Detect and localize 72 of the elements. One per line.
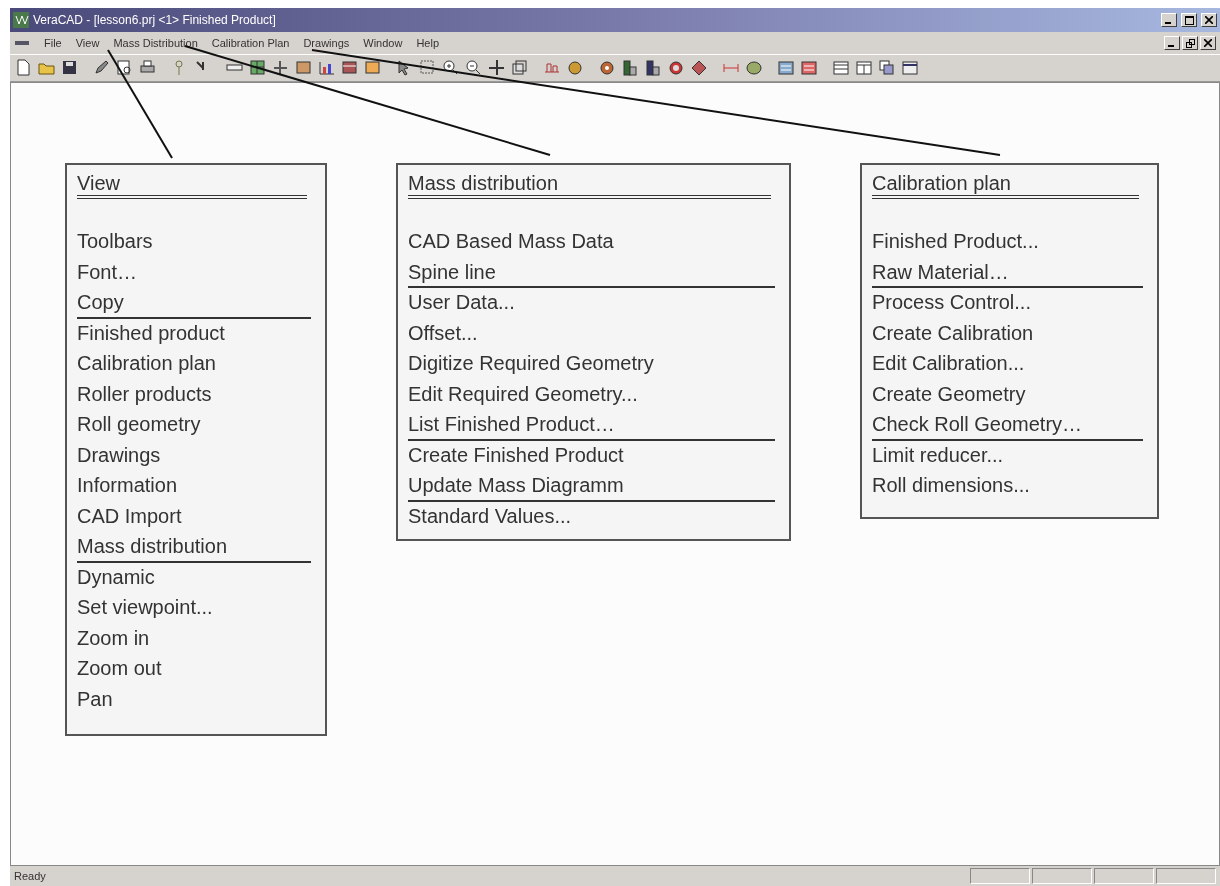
menu-item[interactable]: Drawings — [303, 36, 350, 50]
menu-item[interactable]: Finished Product... — [872, 227, 1143, 258]
panel-icon[interactable] — [831, 58, 851, 78]
status-pane — [970, 868, 1030, 884]
panel-title: Calibration plan — [872, 171, 1139, 199]
minimize-button[interactable] — [1161, 13, 1177, 27]
window-icon[interactable] — [900, 58, 920, 78]
status-pane — [1156, 868, 1216, 884]
maximize-icon — [1184, 15, 1194, 25]
menu-item[interactable]: Dynamic — [77, 562, 311, 593]
menu-item[interactable]: Calibration plan — [77, 349, 311, 380]
menu-item[interactable]: Window — [363, 36, 403, 50]
menu-item[interactable]: Check Roll Geometry… — [872, 410, 1143, 441]
menu-item[interactable]: Mass Distribution — [113, 36, 198, 50]
menu-item[interactable]: CAD Based Mass Data — [408, 227, 775, 258]
status-pane — [1094, 868, 1154, 884]
menu-item[interactable]: Drawings — [77, 440, 311, 471]
menu-item[interactable]: List Finished Product… — [408, 410, 775, 441]
menu-item[interactable]: Create Calibration — [872, 318, 1143, 349]
menu-item[interactable]: Digitize Required Geometry — [408, 349, 775, 380]
menu-item[interactable]: Roll geometry — [77, 410, 311, 441]
menu-item[interactable]: File — [44, 36, 62, 50]
menu-item[interactable]: Edit Required Geometry... — [408, 379, 775, 410]
menu-item[interactable]: Limit reducer... — [872, 440, 1143, 471]
menu-item[interactable]: View — [75, 36, 100, 50]
menu-item[interactable]: Pan — [77, 684, 311, 715]
grid-icon[interactable] — [248, 58, 268, 78]
columns-icon[interactable] — [854, 58, 874, 78]
minimize-button[interactable] — [1164, 36, 1180, 50]
menu-item[interactable]: Calibration Plan — [211, 36, 290, 50]
stack-icon[interactable] — [620, 58, 640, 78]
menu-item[interactable]: User Data... — [408, 288, 775, 319]
panel-title: View — [77, 171, 307, 199]
panel-title: Mass distribution — [408, 171, 771, 199]
menu-item[interactable]: Edit Calibration... — [872, 349, 1143, 380]
menu-item[interactable]: Raw Material… — [872, 257, 1143, 288]
menu-item[interactable]: Create Geometry — [872, 379, 1143, 410]
close-icon — [1204, 39, 1212, 47]
menu-item[interactable]: Standard Values... — [408, 501, 775, 532]
close-button[interactable] — [1201, 13, 1217, 27]
cascade-icon[interactable] — [877, 58, 897, 78]
menu-item[interactable]: Roller products — [77, 379, 311, 410]
restore-icon — [1185, 38, 1195, 48]
list-icon[interactable] — [776, 58, 796, 78]
app-icon — [13, 12, 29, 28]
close-icon — [1205, 16, 1213, 24]
status-text: Ready — [14, 870, 47, 882]
menu-item[interactable]: Toolbars — [77, 227, 311, 258]
menu-item[interactable]: Roll dimensions... — [872, 471, 1143, 502]
menu-item[interactable]: Copy — [77, 288, 311, 319]
maximize-button[interactable] — [1181, 13, 1197, 27]
menu-item[interactable]: Mass distribution — [77, 532, 311, 563]
restore-button[interactable] — [1182, 36, 1198, 50]
menu-item[interactable]: Create Finished Product — [408, 440, 775, 471]
menu-item[interactable]: Update Mass Diagramm — [408, 471, 775, 502]
menu-item[interactable]: Spine line — [408, 257, 775, 288]
menu-item[interactable]: Zoom out — [77, 654, 311, 685]
window-title: VeraCAD - [lesson6.prj <1> Finished Product] — [33, 13, 277, 27]
menu-item[interactable]: Set viewpoint... — [77, 593, 311, 624]
list-icon[interactable] — [799, 58, 819, 78]
menu-item[interactable]: Information — [77, 471, 311, 502]
status-pane — [1032, 868, 1092, 884]
menu-item[interactable]: CAD Import — [77, 501, 311, 532]
close-button[interactable] — [1200, 36, 1216, 50]
menu-item[interactable]: Finished product — [77, 318, 311, 349]
menu-item[interactable]: Zoom in — [77, 623, 311, 654]
menu-item[interactable]: Offset... — [408, 318, 775, 349]
layers-icon[interactable] — [510, 58, 530, 78]
menu-item[interactable]: Font… — [77, 257, 311, 288]
stack-icon[interactable] — [643, 58, 663, 78]
menu-item[interactable]: Process Control... — [872, 288, 1143, 319]
menu-item[interactable]: Help — [416, 36, 439, 50]
